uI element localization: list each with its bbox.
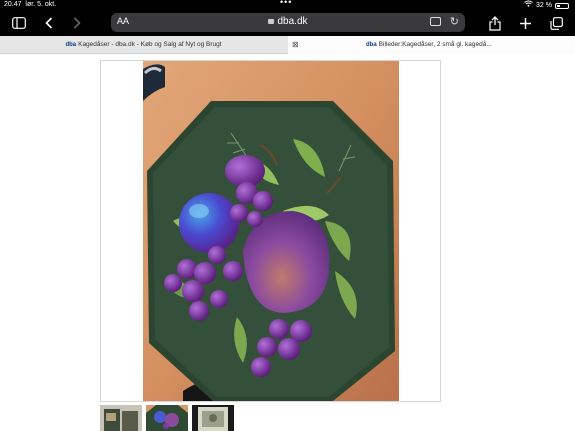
battery-percent: 32 % <box>536 1 552 9</box>
status-bar: 20.47 lør. 5. okt. ••• 32 % <box>0 0 575 10</box>
forward-icon[interactable] <box>68 14 86 32</box>
tab-title: Kagedåser - dba.dk - Køb og Salg af Nyt … <box>78 41 222 48</box>
status-time: 20.47 lør. 5. okt. <box>4 1 57 8</box>
battery-fill <box>557 4 560 7</box>
tab-bar: dba Kagedåser - dba.dk - Køb og Salg af N… <box>0 36 575 54</box>
back-icon[interactable] <box>40 14 58 32</box>
tab-kagedaaser[interactable]: dba Kagedåser - dba.dk - Køb og Salg af N… <box>0 36 287 54</box>
reload-icon[interactable]: ↻ <box>450 15 459 28</box>
lock-icon <box>268 19 275 24</box>
dba-favicon-icon: dba <box>366 42 377 48</box>
thumbnail-strip <box>100 405 234 431</box>
share-icon[interactable] <box>486 14 504 32</box>
main-product-photo[interactable] <box>143 61 399 401</box>
thumbnail-1[interactable] <box>100 405 142 431</box>
url-display[interactable]: dba.dk <box>111 16 465 27</box>
tab-title: Billeder:Kagedåser, 2 små gl. kagedå... <box>378 41 492 48</box>
multitasking-dots-icon[interactable]: ••• <box>280 0 292 7</box>
add-tab-icon[interactable] <box>516 14 534 32</box>
reader-icon[interactable] <box>430 17 441 26</box>
browser-toolbar: AA dba.dk ↻ <box>0 10 575 36</box>
tabs-icon[interactable] <box>547 14 565 32</box>
close-tab-icon[interactable]: ⊠ <box>292 36 299 54</box>
sidebar-icon[interactable] <box>10 14 28 32</box>
battery-icon <box>555 2 569 9</box>
thumbnail-3[interactable] <box>192 405 234 431</box>
tab-billeder[interactable]: ⊠ dba Billeder:Kagedåser, 2 små gl. kaged… <box>288 36 575 54</box>
page-content <box>0 55 575 431</box>
address-bar[interactable]: AA dba.dk ↻ <box>111 13 465 32</box>
dba-favicon-icon: dba <box>65 42 77 48</box>
thumbnail-2[interactable] <box>146 405 188 431</box>
